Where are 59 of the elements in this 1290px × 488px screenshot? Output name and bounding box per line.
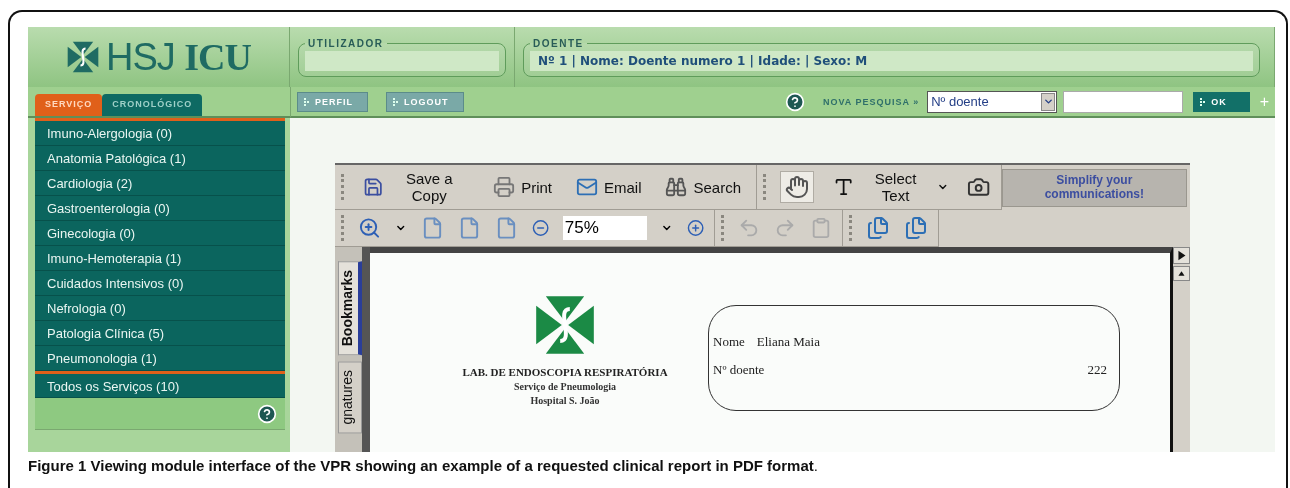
patient-info: Nº 1 | Nome: Doente numero 1 | Idade: | Sexo: M [530, 50, 1253, 71]
envelope-icon [575, 176, 598, 198]
field-value: Eliana Maia [756, 334, 820, 350]
service-item[interactable]: Cardiologia (2) [35, 171, 285, 196]
toolbar-button[interactable]: Save a Copy [358, 166, 475, 208]
camera-icon[interactable] [967, 175, 991, 199]
lab-name: LAB. DE ENDOSCOPIA RESPIRATÓRIA [462, 366, 668, 378]
hospital-cross-icon [533, 293, 597, 357]
service-item[interactable]: Pneumonologia (1) [35, 346, 285, 371]
clipboard-icon[interactable] [810, 217, 832, 239]
search-input[interactable] [1063, 90, 1184, 113]
dots-icon [393, 97, 399, 106]
panel-label: UTILIZADOR [307, 37, 385, 49]
help-icon[interactable] [784, 91, 805, 112]
zoom-in-icon[interactable] [686, 219, 704, 237]
hand-icon [785, 175, 809, 199]
field-label: Nº doente [713, 362, 765, 378]
side-tab[interactable]: Bookmarks [338, 261, 362, 356]
toolbar-button[interactable]: Email [570, 172, 647, 202]
ok-button[interactable]: OK [1193, 91, 1250, 112]
ad-banner[interactable]: Simplify your communications! [1001, 168, 1187, 207]
service-name: Serviço de Pneumologia [513, 381, 617, 392]
toolbar-button[interactable]: Search [660, 172, 746, 202]
service-item[interactable]: Ginecologia (0) [35, 221, 285, 246]
service-item[interactable]: Todos os Serviços (10) [35, 371, 285, 398]
printer-icon [493, 176, 516, 198]
service-item[interactable]: Nefrologia (0) [35, 296, 285, 321]
select-text-button[interactable]: Select Text [828, 166, 954, 208]
service-item[interactable]: Anatomia Patológica (1) [35, 146, 285, 171]
service-item[interactable]: Gastroenterologia (0) [35, 196, 285, 221]
dots-icon [304, 97, 310, 106]
zoom-field[interactable]: 75% [562, 216, 648, 240]
app-logo: HSJ ICU [36, 35, 281, 79]
scroll-up-icon[interactable] [1173, 266, 1190, 281]
service-item[interactable]: Imuno-Hemoterapia (1) [35, 246, 285, 271]
figure-caption: Figure 1 Viewing module interface of the VPR showing an example of a requested clinical report in PDF format. [28, 457, 819, 474]
dots-icon [1200, 97, 1207, 106]
text-cursor-icon [833, 176, 855, 198]
service-item[interactable]: Imuno-Alergologia (0) [35, 121, 285, 146]
search-label: NOVA PESQUISA » [822, 96, 920, 107]
zoom-in-icon[interactable] [358, 216, 381, 240]
zoom-out-icon[interactable] [531, 219, 549, 237]
service-item[interactable]: Cuidados Intensivos (0) [35, 271, 285, 296]
hospital-name: Hospital S. João [530, 395, 600, 406]
help-icon[interactable] [257, 403, 277, 424]
hand-tool-button[interactable] [780, 171, 814, 203]
caret-icon [1042, 96, 1054, 107]
binoculars-icon [665, 176, 688, 198]
search-type-select[interactable]: Nº doente [927, 90, 1058, 113]
field-label: Nome [713, 334, 745, 350]
service-item[interactable]: Patologia Clínica (5) [35, 321, 285, 346]
toolbar-button[interactable]: Print [488, 172, 557, 202]
pages-icon[interactable] [866, 216, 890, 240]
pages-icon[interactable] [904, 216, 928, 240]
cross-icon [65, 40, 100, 74]
field-value: 222 [1087, 362, 1107, 378]
panel-label: DOENTE [532, 37, 585, 49]
sidebar-tab[interactable]: CRONOLÓGICO [102, 94, 203, 116]
side-tab[interactable]: gnatures [338, 361, 362, 434]
